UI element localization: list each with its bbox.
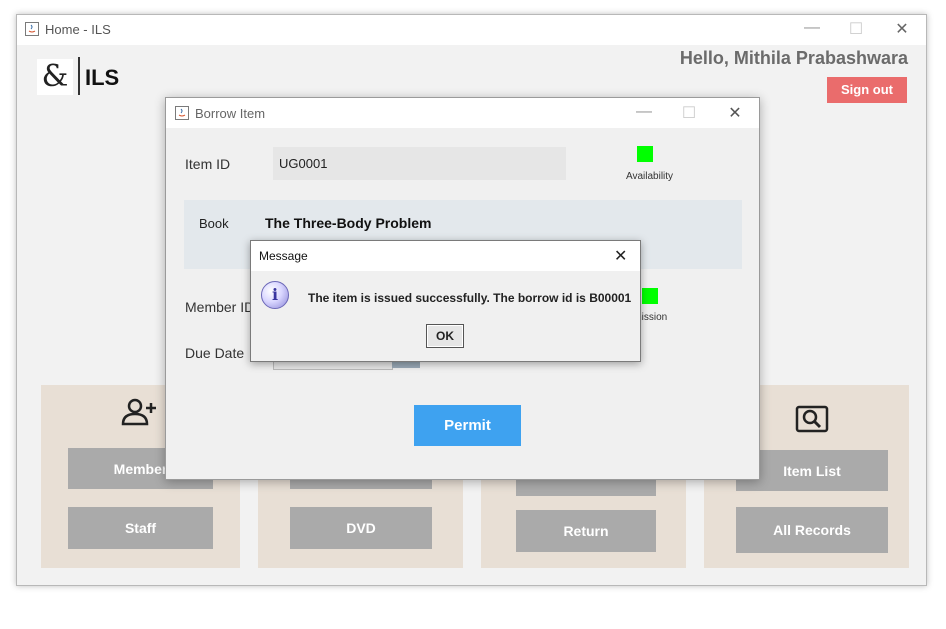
return-button[interactable]: Return [516,510,656,552]
permission-indicator [642,288,658,304]
dvd-button[interactable]: DVD [290,507,432,549]
borrow-dialog-title: Borrow Item [195,106,266,121]
item-id-field[interactable]: UG0001 [273,147,566,180]
sign-out-button[interactable]: Sign out [827,77,907,103]
permit-button[interactable]: Permit [414,405,521,446]
close-button[interactable]: ✕ [887,19,917,39]
book-type-label: Book [199,216,229,231]
ok-button[interactable]: OK [426,324,464,348]
staff-button[interactable]: Staff [68,507,213,549]
availability-label: Availability [626,171,674,182]
message-dialog: Message ✕ i The item is issued successfu… [250,240,641,362]
java-app-icon [175,106,189,120]
brand-logo: & [37,59,73,95]
maximize-button[interactable]: ☐ [674,103,704,123]
all-records-button[interactable]: All Records [736,507,888,553]
minimize-button[interactable]: — [629,103,659,121]
message-text: The item is issued successfully. The bor… [308,291,632,305]
due-date-label: Due Date [185,345,245,361]
close-button[interactable]: ✕ [720,103,750,123]
book-title: The Three-Body Problem [265,215,432,231]
main-window-title: Home - ILS [45,22,111,37]
maximize-button[interactable]: ☐ [841,19,871,39]
greeting-text: Hello, Mithila Prabashwara [679,48,908,68]
minimize-button[interactable]: — [797,19,827,37]
add-user-icon [121,397,159,432]
brand-divider [78,57,80,95]
search-icon [795,405,829,438]
item-id-label: Item ID [185,156,231,172]
main-titlebar: Home - ILS — ☐ ✕ [17,15,926,45]
borrow-dialog-titlebar: Borrow Item — ☐ ✕ [166,98,759,128]
close-icon[interactable]: ✕ [614,246,627,266]
message-titlebar: Message ✕ [251,241,640,271]
java-app-icon [25,22,39,36]
brand-name: ILS [85,65,120,90]
member-id-label: Member ID [185,299,255,315]
message-title: Message [259,249,308,263]
availability-indicator [637,146,653,162]
info-icon: i [261,281,289,309]
